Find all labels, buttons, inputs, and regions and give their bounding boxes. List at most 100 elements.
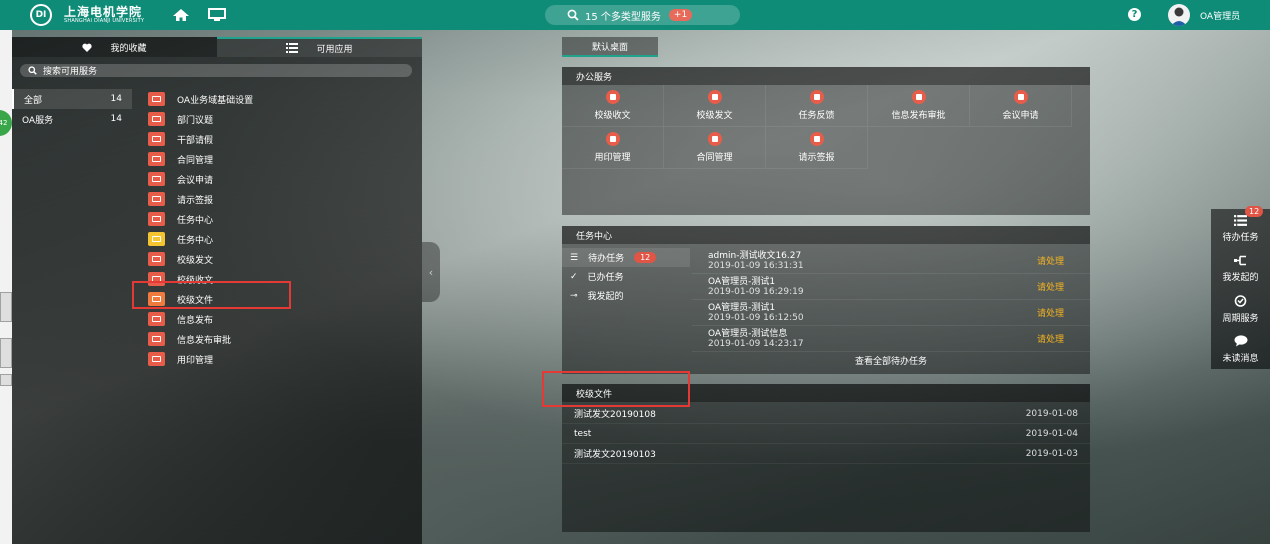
service-icon [1013,90,1028,104]
office-service-item[interactable]: 校级收文 [562,85,664,127]
app-item[interactable]: 任务中心 [144,229,424,249]
task-menu-pending[interactable]: ☰ 待办任务 12 [562,248,690,267]
service-search-button[interactable]: 15 个多类型服务 +1 [545,5,740,25]
app-item[interactable]: 任务中心 [144,209,424,229]
desktop-monitor-icon[interactable] [206,6,228,24]
new-service-count: +1 [668,9,693,21]
task-action-link[interactable]: 请处理 [1037,306,1064,319]
task-title: admin-测试收文16.27 [708,250,802,261]
task-time: 2019-01-09 16:31:31 [708,260,804,271]
scroll-control[interactable] [0,292,12,322]
category-all[interactable]: 全部 14 [12,89,132,109]
document-date: 2019-01-08 [1025,408,1078,419]
service-icon [605,90,620,104]
service-icon [707,132,722,146]
task-row[interactable]: OA管理员-测试信息 2019-01-09 14:23:17 请处理 [692,326,1090,352]
task-time: 2019-01-09 14:23:17 [708,338,804,349]
right-quick-bar: 12 待办任务 我发起的 周期服务 未读消息 [1211,206,1270,369]
document-row[interactable]: 测试发文20190108 2019-01-08 [562,404,1090,424]
view-all-tasks-link[interactable]: 查看全部待办任务 [692,352,1090,369]
office-service-label: 任务反馈 [798,111,835,121]
collapse-panel-button[interactable]: ‹ [422,242,440,302]
office-service-label: 用印管理 [594,153,631,163]
app-item[interactable]: 用印管理 [144,349,424,369]
quick-item-label: 周期服务 [1222,314,1259,324]
app-item[interactable]: 请示签报 [144,189,424,209]
office-service-item[interactable]: 信息发布审批 [868,85,970,127]
app-item[interactable]: 信息发布审批 [144,329,424,349]
office-service-item[interactable]: 请示签报 [766,127,868,169]
task-action-link[interactable]: 请处理 [1037,332,1064,345]
help-icon[interactable]: ? [1128,8,1141,21]
branch-icon: ⊸ [570,290,578,301]
university-logo[interactable]: DI 上海电机学院 SHANGHAI DIANJI UNIVERSITY [30,4,144,26]
document-name: 测试发文20190103 [574,450,656,460]
task-icon [148,212,165,226]
office-service-item[interactable]: 用印管理 [562,127,664,169]
list-icon [1234,215,1247,226]
search-summary: 15 个多类型服务 [585,11,661,23]
task-menu-initiated[interactable]: ⊸ 我发起的 [562,286,690,305]
document-row[interactable]: 测试发文20190103 2019-01-03 [562,444,1090,464]
app-item-label: 校级发文 [177,255,214,266]
quick-initiated[interactable]: 我发起的 [1211,249,1270,289]
app-search-input[interactable]: 搜索可用服务 [20,64,412,77]
task-menu-done[interactable]: ✓ 已办任务 [562,267,690,286]
pending-count-badge: 12 [634,252,657,263]
user-name[interactable]: OA管理员 [1200,9,1240,22]
app-item[interactable]: 干部请假 [144,129,424,149]
quick-pending-tasks[interactable]: 12 待办任务 [1211,206,1270,249]
meeting-icon [148,172,165,186]
app-item[interactable]: 校级发文 [144,249,424,269]
app-item[interactable]: 信息发布 [144,309,424,329]
office-service-item[interactable]: 任务反馈 [766,85,868,127]
app-item-label: 信息发布 [177,315,214,326]
app-item-label: OA业务域基础设置 [177,95,254,106]
home-icon[interactable] [170,6,192,24]
task-row[interactable]: admin-测试收文16.27 2019-01-09 16:31:31 请处理 [692,248,1090,274]
task-time: 2019-01-09 16:29:19 [708,286,804,297]
scroll-control[interactable] [0,338,12,368]
office-service-item[interactable]: 校级发文 [664,85,766,127]
tab-favorites[interactable]: 我的收藏 [12,37,217,57]
service-icon [809,132,824,146]
office-service-label: 请示签报 [798,153,835,163]
quick-periodic-service[interactable]: 周期服务 [1211,289,1270,329]
office-service-item[interactable]: 合同管理 [664,127,766,169]
tab-default-desktop[interactable]: 默认桌面 [562,37,658,57]
scroll-control[interactable] [0,374,12,386]
settings-card-icon [148,92,165,106]
office-service-label: 信息发布审批 [891,111,946,121]
task-action-link[interactable]: 请处理 [1037,280,1064,293]
task-menu-label: 已办任务 [587,273,624,283]
check-icon: ✓ [570,271,578,282]
tab-available-apps[interactable]: 可用应用 [217,37,422,57]
office-services-card: 办公服务 校级收文 校级发文 任务反馈 信息发布审批 会议申请用印管理 合同管理 请示签报 [562,67,1090,215]
office-services-grid: 校级收文 校级发文 任务反馈 信息发布审批 会议申请用印管理 合同管理 请示签报 [562,85,1090,169]
list-icon: ☰ [570,252,579,263]
app-item[interactable]: 合同管理 [144,149,424,169]
app-item[interactable]: 部门议题 [144,109,424,129]
category-oa-service[interactable]: OA服务 14 [12,109,132,129]
avatar[interactable] [1168,4,1190,26]
office-service-item[interactable]: 会议申请 [970,85,1072,127]
approve-icon [148,332,165,346]
app-item-label: 部门议题 [177,115,214,126]
branch-icon [1234,255,1246,266]
search-placeholder: 搜索可用服务 [43,67,98,77]
office-services-title: 办公服务 [562,67,1090,85]
document-row[interactable]: test 2019-01-04 [562,424,1090,444]
app-list: OA业务域基础设置 部门议题 干部请假 合同管理 会议申请 请示签报 任务中心 任务中心 校级发… [144,89,424,369]
task-row[interactable]: OA管理员-测试1 2019-01-09 16:12:50 请处理 [692,300,1090,326]
search-icon [28,66,37,75]
quick-item-label: 待办任务 [1222,233,1259,243]
app-item-label: 任务中心 [177,215,214,226]
task-center-title: 任务中心 [562,226,1090,244]
app-item[interactable]: 会议申请 [144,169,424,189]
publish-icon [148,312,165,326]
chat-bubble-icon [1234,334,1247,346]
quick-unread-messages[interactable]: 未读消息 [1211,329,1270,369]
app-item[interactable]: OA业务域基础设置 [144,89,424,109]
task-action-link[interactable]: 请处理 [1037,254,1064,267]
task-row[interactable]: OA管理员-测试1 2019-01-09 16:29:19 请处理 [692,274,1090,300]
